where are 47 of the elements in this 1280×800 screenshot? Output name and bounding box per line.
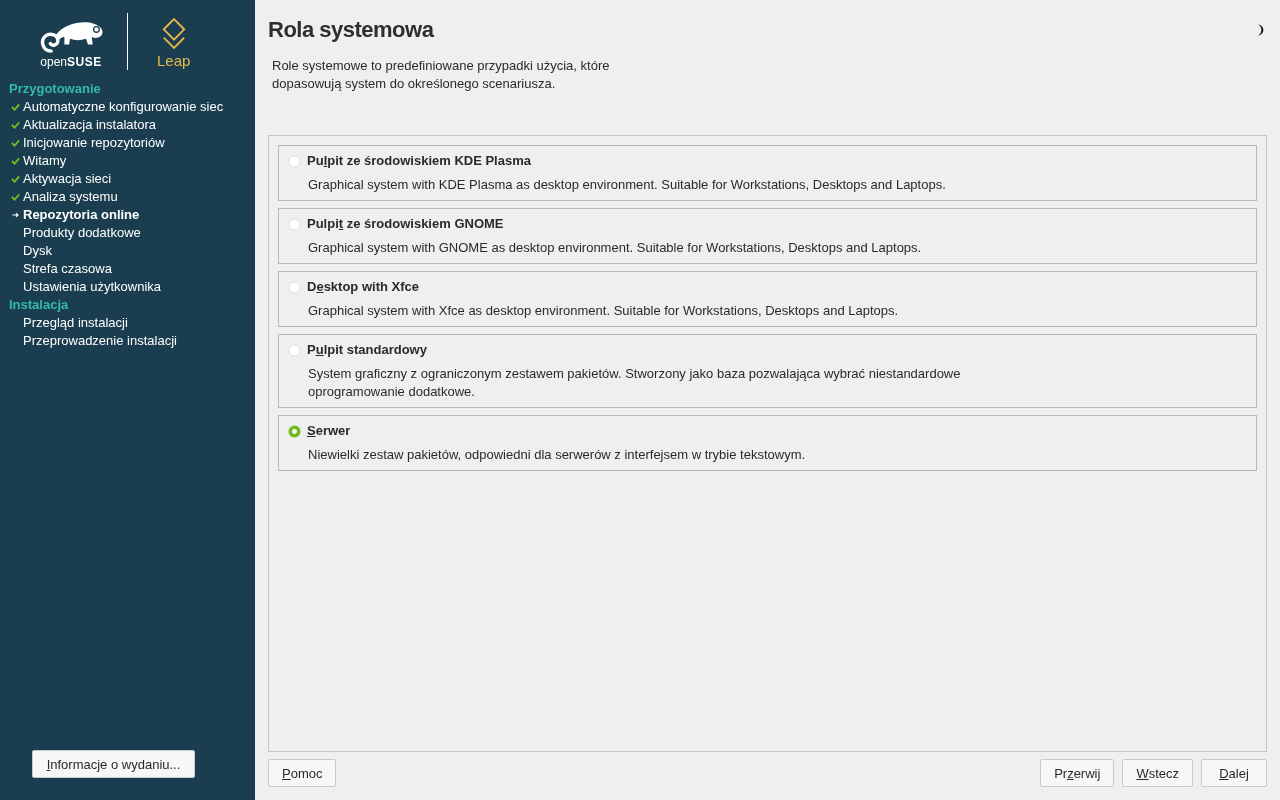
step-label: Repozytoria online (23, 206, 140, 224)
role-label[interactable]: Pulpit ze środowiskiem GNOME (307, 215, 504, 233)
role-description: Graphical system with KDE Plasma as desktop environment. Suitable for Workstations, Desktops and Laptops. (308, 176, 947, 194)
role-description: Graphical system with Xfce as desktop environment. Suitable for Workstations, Desktops and Laptops. (308, 302, 900, 320)
role-option[interactable]: Serwer Niewielki zestaw pakietów, odpowiedni dla serwerów z interfejsem w trybie tekstowym. (278, 415, 1257, 471)
step-label: Analiza systemu (23, 188, 118, 206)
step-label: Automatyczne konfigurowanie siec (23, 98, 224, 116)
release-notes-button[interactable]: Informacje o wydaniu... (32, 750, 195, 778)
nav-button[interactable]: Przerwij (1040, 759, 1115, 787)
role-label[interactable]: Pulpit ze środowiskiem KDE Plasma (307, 152, 531, 170)
help-button[interactable]: Pomoc (268, 759, 337, 787)
product-name: Leap (157, 52, 191, 70)
role-label[interactable]: Serwer (307, 422, 351, 440)
role-option[interactable]: Desktop with Xfce Graphical system with Xfce as desktop environment. Suitable for Workstations, Desktops and Laptops. (278, 271, 1257, 327)
step-label: Witamy (23, 152, 67, 170)
radio-button[interactable] (288, 154, 301, 168)
step-label: Strefa czasowa (23, 260, 112, 278)
chameleon-logo (38, 19, 104, 53)
diamond-icon (160, 17, 187, 51)
role-label[interactable]: Pulpit standardowy (307, 341, 427, 359)
radio-button[interactable] (288, 343, 301, 357)
step-label: Przegląd instalacji (23, 314, 128, 332)
role-option[interactable]: Pulpit ze środowiskiem GNOME Graphical system with GNOME as desktop environment. Suitable for Workstations, Desktops and Laptops. (278, 208, 1257, 264)
page-description: Role systemowe to predefiniowane przypadki użycia, które dopasowują system do określonego scenariusza. (272, 57, 610, 93)
step-label: Przeprowadzenie instalacji (23, 332, 177, 350)
nav-button[interactable]: Dalej (1201, 759, 1267, 787)
step-label: Produkty dodatkowe (23, 224, 141, 242)
radio-button[interactable] (288, 424, 301, 438)
step-label: Dysk (23, 242, 52, 260)
role-label[interactable]: Desktop with Xfce (307, 278, 419, 296)
nav-button[interactable]: Wstecz (1122, 759, 1193, 787)
moon-icon[interactable] (1256, 24, 1266, 36)
role-option[interactable]: Pulpit standardowy System graficzny z ograniczonym zestawem pakietów. Stworzony jako baza pozwalająca wybrać niestandardowe oprogramowanie dodatkowe. (278, 334, 1257, 408)
role-description: Graphical system with GNOME as desktop environment. Suitable for Workstations, Desktops and Laptops. (308, 239, 923, 257)
role-description: System graficzny z ograniczonym zestawem pakietów. Stworzony jako baza pozwalająca wybrać niestandardowe oprogramowanie dodatkowe. (308, 365, 962, 401)
step-label: Aktywacja sieci (23, 170, 112, 188)
role-description: Niewielki zestaw pakietów, odpowiedni dla serwerów z interfejsem w trybie tekstowym. (308, 446, 807, 464)
radio-button[interactable] (288, 280, 301, 294)
radio-button[interactable] (288, 217, 301, 231)
step-label: Inicjowanie repozytoriów (23, 134, 165, 152)
role-option[interactable]: Pulpit ze środowiskiem KDE Plasma Graphical system with KDE Plasma as desktop environment. Suitable for Workstations, Desktops and Laptops. (278, 145, 1257, 201)
section-heading: Przygotowanie (8, 80, 101, 98)
step-label: Ustawienia użytkownika (23, 278, 161, 296)
page-title: Rola systemowa (268, 16, 434, 44)
section-heading: Instalacja (8, 296, 69, 314)
step-label: Aktualizacja instalatora (23, 116, 156, 134)
brand-name: openSUSE (40, 55, 102, 69)
